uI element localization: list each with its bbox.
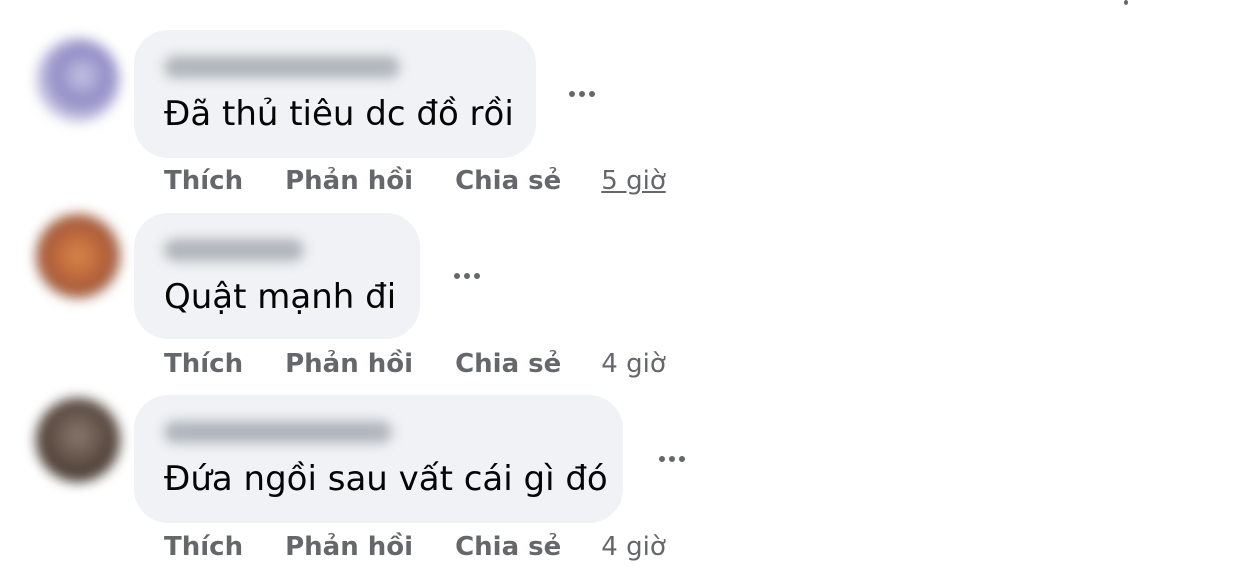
more-options-icon[interactable] xyxy=(562,84,602,104)
reply-button[interactable]: Phản hồi xyxy=(285,349,413,379)
more-options-icon[interactable] xyxy=(447,266,487,286)
comment-bubble: Đứa ngồi sau vất cái gì đó xyxy=(134,395,623,523)
timestamp-link[interactable]: 5 giờ xyxy=(601,166,665,196)
share-button[interactable]: Chia sẻ xyxy=(455,166,561,196)
timestamp[interactable]: 4 giờ xyxy=(601,349,665,379)
more-options-icon[interactable] xyxy=(652,449,692,469)
comment-actions: Thích Phản hồi Chia sẻ 5 giờ xyxy=(164,166,666,196)
decorative-dot xyxy=(1124,0,1128,5)
reply-button[interactable]: Phản hồi xyxy=(285,532,413,562)
comment-text: Đứa ngồi sau vất cái gì đó xyxy=(164,459,608,499)
comment-actions: Thích Phản hồi Chia sẻ 4 giờ xyxy=(164,532,666,562)
like-button[interactable]: Thích xyxy=(164,349,243,379)
comment-text: Đã thủ tiêu dc đồ rồi xyxy=(164,94,514,134)
comment-actions: Thích Phản hồi Chia sẻ 4 giờ xyxy=(164,349,666,379)
avatar[interactable] xyxy=(36,398,120,482)
share-button[interactable]: Chia sẻ xyxy=(455,532,561,562)
comment-bubble: Quật mạnh đi xyxy=(134,213,420,339)
like-button[interactable]: Thích xyxy=(164,166,243,196)
avatar[interactable] xyxy=(36,38,120,122)
reply-button[interactable]: Phản hồi xyxy=(285,166,413,196)
like-button[interactable]: Thích xyxy=(164,532,243,562)
author-name-blurred[interactable] xyxy=(164,239,304,261)
timestamp[interactable]: 4 giờ xyxy=(601,532,665,562)
comment-text: Quật mạnh đi xyxy=(164,277,397,317)
avatar[interactable] xyxy=(36,214,120,298)
share-button[interactable]: Chia sẻ xyxy=(455,349,561,379)
author-name-blurred[interactable] xyxy=(164,56,400,78)
author-name-blurred[interactable] xyxy=(164,421,392,443)
comment-bubble: Đã thủ tiêu dc đồ rồi xyxy=(134,30,536,158)
